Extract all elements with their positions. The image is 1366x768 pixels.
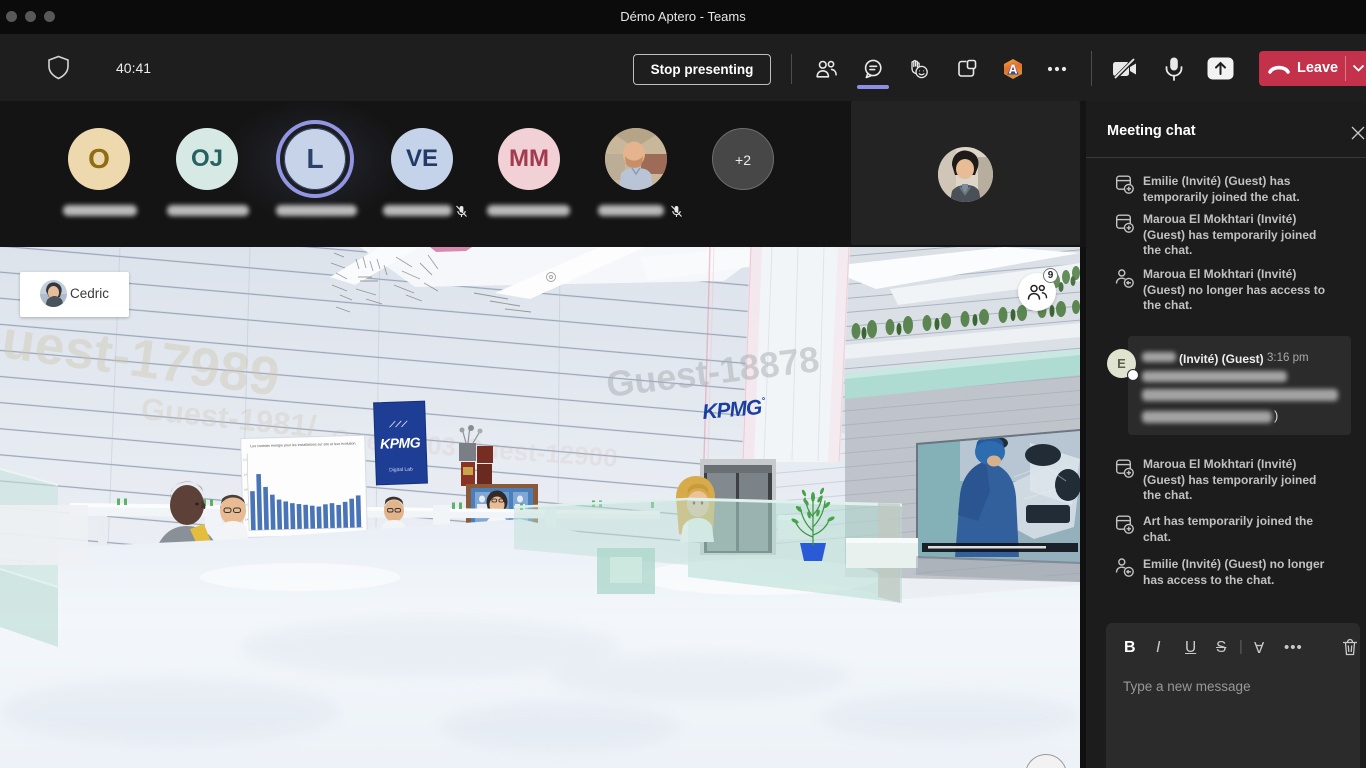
svg-text:A: A [1008, 63, 1017, 77]
svg-text:Digital Lab: Digital Lab [389, 467, 413, 474]
svg-text:KPMG: KPMG [380, 434, 421, 451]
